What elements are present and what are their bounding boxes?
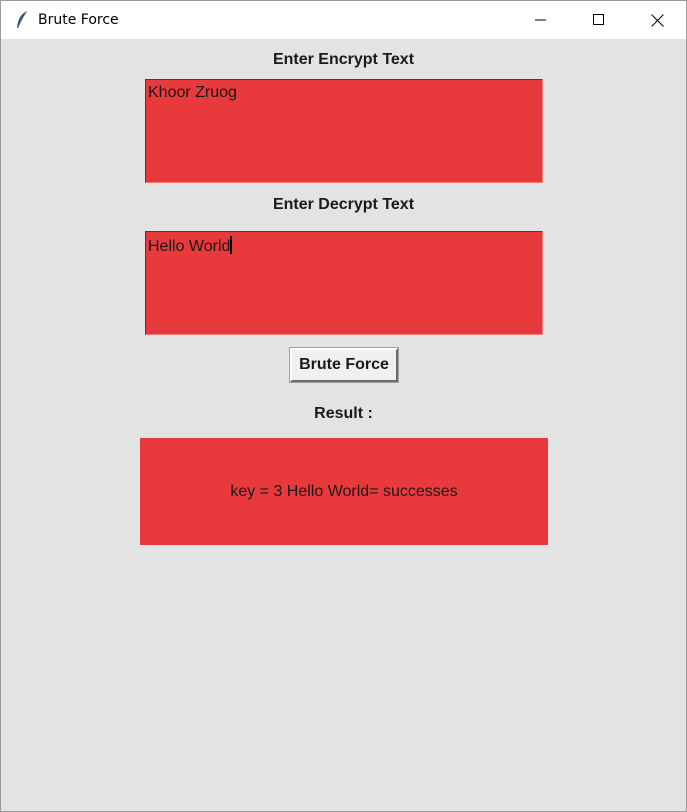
decrypt-text-value: Hello World <box>148 238 231 255</box>
encrypt-text-value: Khoor Zruog <box>148 84 237 101</box>
title-bar[interactable]: Brute Force <box>1 1 686 39</box>
encrypt-text-field[interactable]: Khoor Zruog <box>145 79 543 183</box>
feather-icon <box>15 10 29 30</box>
result-label: Result : <box>314 405 373 422</box>
main-content: Enter Encrypt Text Khoor Zruog Enter Dec… <box>1 39 686 811</box>
minimize-button[interactable] <box>512 1 570 39</box>
minimize-icon <box>535 14 547 26</box>
encrypt-label: Enter Encrypt Text <box>272 51 415 68</box>
result-value: key = 3 Hello World= successes <box>230 482 458 500</box>
text-caret <box>230 236 233 254</box>
decrypt-text-field[interactable]: Hello World <box>145 231 543 335</box>
window-title: Brute Force <box>38 12 119 28</box>
result-display: key = 3 Hello World= successes <box>140 438 548 545</box>
decrypt-label: Enter Decrypt Text <box>272 196 415 213</box>
maximize-icon <box>593 14 605 26</box>
close-button[interactable] <box>628 1 686 39</box>
app-window: Brute Force Enter Encrypt Text Khoor Zru… <box>0 0 687 812</box>
maximize-button[interactable] <box>570 1 628 39</box>
brute-force-button[interactable]: Brute Force <box>289 347 399 383</box>
close-icon <box>650 13 664 27</box>
